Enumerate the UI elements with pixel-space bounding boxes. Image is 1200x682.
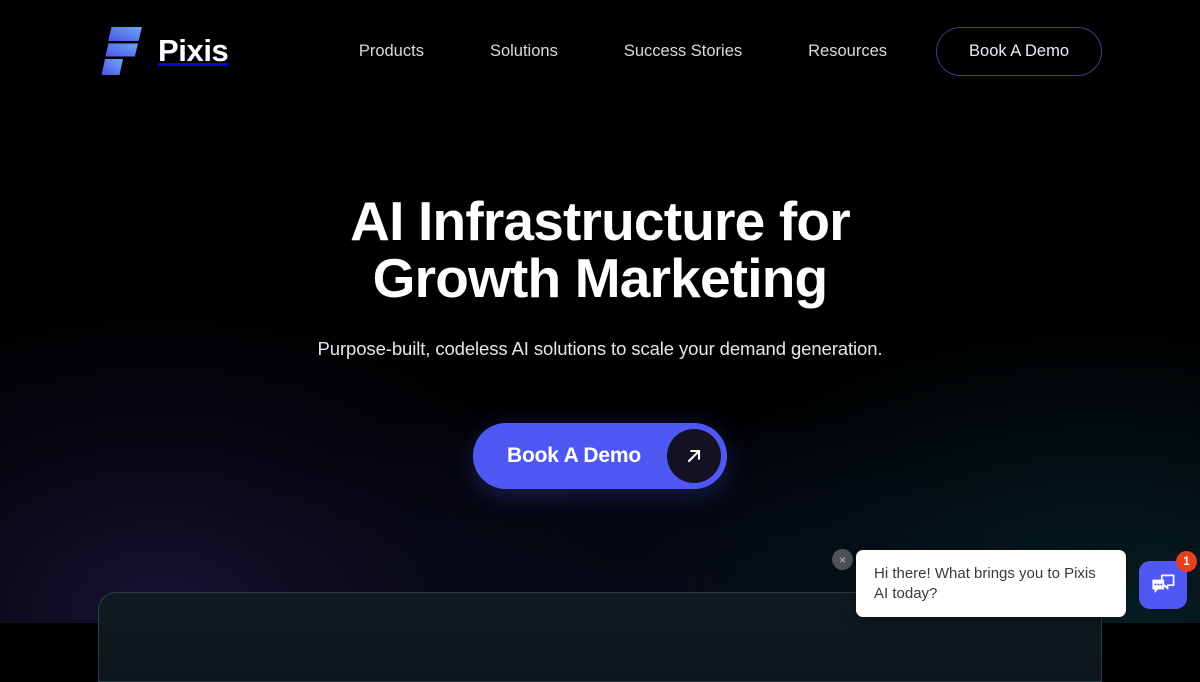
- pixis-logo-mark-icon: [98, 27, 144, 75]
- nav-link-products[interactable]: Products: [359, 42, 457, 61]
- brand-logo[interactable]: Pixis: [98, 27, 229, 75]
- nav-book-a-demo-button[interactable]: Book A Demo: [936, 26, 1102, 76]
- nav-link-solutions[interactable]: Solutions: [457, 42, 591, 61]
- site-header: Pixis Products Solutions Success Stories…: [0, 0, 1200, 102]
- hero-book-a-demo-button[interactable]: Book A Demo: [473, 423, 727, 490]
- chat-message-bubble[interactable]: Hi there! What brings you to Pixis AI to…: [856, 550, 1126, 617]
- arrow-up-right-icon: [666, 429, 721, 484]
- brand-name: Pixis: [158, 33, 229, 68]
- chat-close-icon[interactable]: ×: [832, 549, 853, 570]
- nav-link-success-stories[interactable]: Success Stories: [591, 42, 775, 61]
- hero-title: AI Infrastructure for Growth Marketing: [350, 190, 850, 310]
- hero-title-line-1: AI Infrastructure for: [350, 190, 850, 252]
- nav-link-resources[interactable]: Resources: [775, 42, 920, 61]
- hero-cta-label: Book A Demo: [507, 444, 641, 468]
- chat-bubbles-icon: [1149, 570, 1177, 601]
- main-navigation: Products Solutions Success Stories Resou…: [359, 26, 1102, 76]
- chat-unread-badge[interactable]: 1: [1176, 551, 1197, 572]
- hero-subtitle: Purpose-built, codeless AI solutions to …: [317, 338, 883, 360]
- hero-title-line-2: Growth Marketing: [372, 247, 829, 310]
